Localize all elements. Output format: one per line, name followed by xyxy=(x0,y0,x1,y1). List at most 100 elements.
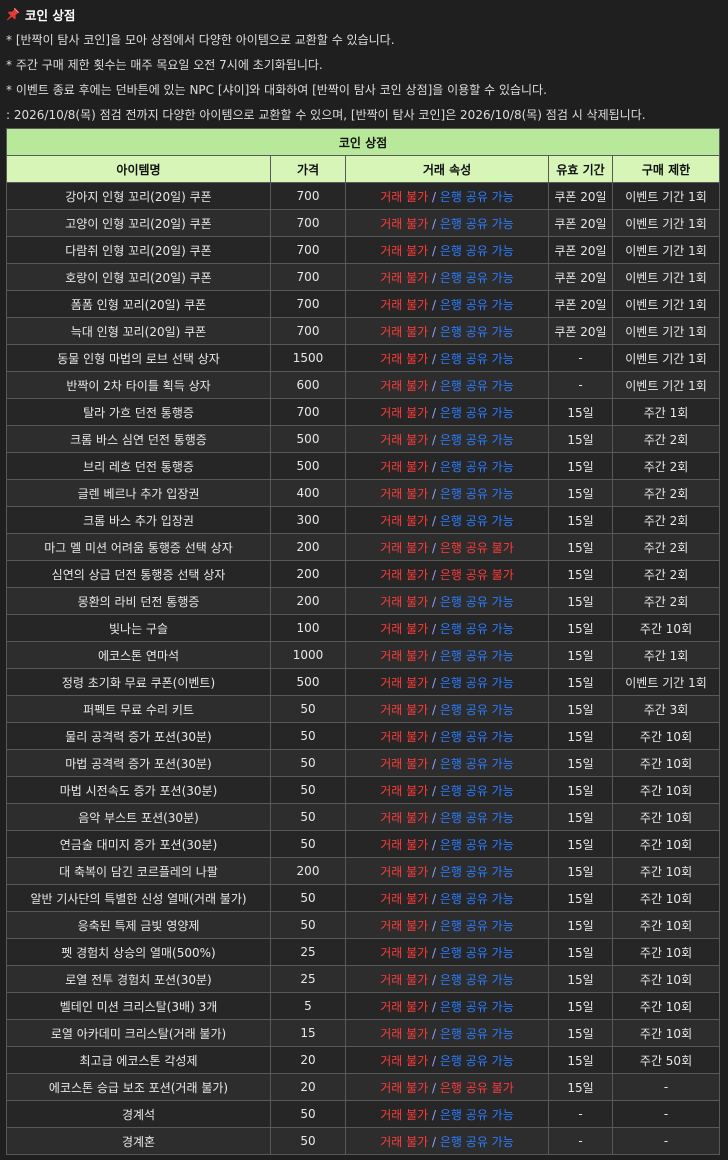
purchase-limit-cell: 주간 10회 xyxy=(611,1019,721,1047)
trade-attribute-cell: 거래 불가 / 은행 공유 가능 xyxy=(345,857,549,885)
item-name-cell: 늑대 인형 꼬리(20일) 쿠폰 xyxy=(6,317,271,345)
price-cell: 25 xyxy=(270,965,346,993)
attribute-separator: / xyxy=(428,918,440,933)
item-name-cell: 고양이 인형 꼬리(20일) 쿠폰 xyxy=(6,209,271,237)
bank-share-status: 은행 공유 가능 xyxy=(439,945,514,960)
valid-period-cell: 15일 xyxy=(548,1073,613,1101)
bank-share-status: 은행 공유 가능 xyxy=(439,189,514,204)
trade-attribute-cell: 거래 불가 / 은행 공유 가능 xyxy=(345,911,549,939)
bank-share-status: 은행 공유 가능 xyxy=(439,918,514,933)
trade-attribute-cell: 거래 불가 / 은행 공유 가능 xyxy=(345,344,549,372)
valid-period-cell: 쿠폰 20일 xyxy=(548,182,613,210)
item-name-cell: 브리 레흐 던전 통행증 xyxy=(6,452,271,480)
table-row: 최고급 에코스톤 각성제 20 거래 불가 / 은행 공유 가능 15일 주간 50회 xyxy=(6,1046,721,1074)
trade-attribute-cell: 거래 불가 / 은행 공유 가능 xyxy=(345,695,549,723)
item-name-cell: 동물 인형 마법의 로브 선택 상자 xyxy=(6,344,271,372)
attribute-separator: / xyxy=(428,351,440,366)
trade-status: 거래 불가 xyxy=(380,783,429,798)
attribute-separator: / xyxy=(428,378,440,393)
trade-attribute-cell: 거래 불가 / 은행 공유 가능 xyxy=(345,884,549,912)
valid-period-cell: 15일 xyxy=(548,560,613,588)
table-caption-row: 코인 상점 xyxy=(5,128,721,156)
table-caption: 코인 상점 xyxy=(5,128,721,156)
item-name-cell: 호랑이 인형 꼬리(20일) 쿠폰 xyxy=(6,263,271,291)
valid-period-cell: 15일 xyxy=(548,911,613,939)
trade-attribute-cell: 거래 불가 / 은행 공유 가능 xyxy=(345,614,549,642)
attribute-separator: / xyxy=(428,891,440,906)
valid-period-cell: - xyxy=(548,371,613,399)
valid-period-cell: 15일 xyxy=(548,857,613,885)
bank-share-status: 은행 공유 가능 xyxy=(439,459,514,474)
bank-share-status: 은행 공유 불가 xyxy=(439,567,514,582)
bank-share-status: 은행 공유 가능 xyxy=(439,756,514,771)
item-name-cell: 크롬 바스 심연 던전 통행증 xyxy=(6,425,271,453)
trade-status: 거래 불가 xyxy=(380,972,429,987)
bank-share-status: 은행 공유 가능 xyxy=(439,1026,514,1041)
attribute-separator: / xyxy=(428,567,440,582)
price-cell: 200 xyxy=(270,533,346,561)
trade-status: 거래 불가 xyxy=(380,1080,429,1095)
purchase-limit-cell: 주간 10회 xyxy=(611,965,721,993)
attribute-separator: / xyxy=(428,1107,440,1122)
trade-attribute-cell: 거래 불가 / 은행 공유 가능 xyxy=(345,479,549,507)
trade-attribute-cell: 거래 불가 / 은행 공유 가능 xyxy=(345,371,549,399)
price-cell: 50 xyxy=(270,1127,346,1155)
price-cell: 500 xyxy=(270,452,346,480)
trade-status: 거래 불가 xyxy=(380,918,429,933)
purchase-limit-cell: 이벤트 기간 1회 xyxy=(611,371,721,399)
price-cell: 1500 xyxy=(270,344,346,372)
trade-status: 거래 불가 xyxy=(380,756,429,771)
price-cell: 700 xyxy=(270,290,346,318)
attribute-separator: / xyxy=(428,297,440,312)
item-name-cell: 에코스톤 승급 보조 포션(거래 불가) xyxy=(6,1073,271,1101)
table-row: 연금술 대미지 증가 포션(30분) 50 거래 불가 / 은행 공유 가능 15일 주… xyxy=(6,830,721,858)
trade-attribute-cell: 거래 불가 / 은행 공유 가능 xyxy=(345,290,549,318)
trade-attribute-cell: 거래 불가 / 은행 공유 가능 xyxy=(345,1127,549,1155)
item-name-cell: 로열 아카데미 크리스탈(거래 불가) xyxy=(6,1019,271,1047)
table-row: 경계석 50 거래 불가 / 은행 공유 가능 - - xyxy=(6,1100,721,1128)
trade-attribute-cell: 거래 불가 / 은행 공유 가능 xyxy=(345,1046,549,1074)
trade-attribute-cell: 거래 불가 / 은행 공유 가능 xyxy=(345,587,549,615)
trade-status: 거래 불가 xyxy=(380,837,429,852)
purchase-limit-cell: 주간 1회 xyxy=(611,398,721,426)
trade-status: 거래 불가 xyxy=(380,999,429,1014)
trade-status: 거래 불가 xyxy=(380,864,429,879)
trade-status: 거래 불가 xyxy=(380,216,429,231)
trade-status: 거래 불가 xyxy=(380,513,429,528)
bank-share-status: 은행 공유 가능 xyxy=(439,594,514,609)
pushpin-icon xyxy=(6,7,20,21)
bank-share-status: 은행 공유 가능 xyxy=(439,432,514,447)
purchase-limit-cell: 주간 2회 xyxy=(611,452,721,480)
item-name-cell: 정령 초기화 무료 쿠폰(이벤트) xyxy=(6,668,271,696)
valid-period-cell: 쿠폰 20일 xyxy=(548,263,613,291)
price-cell: 200 xyxy=(270,560,346,588)
bank-share-status: 은행 공유 가능 xyxy=(439,378,514,393)
trade-status: 거래 불가 xyxy=(380,648,429,663)
item-name-cell: 최고급 에코스톤 각성제 xyxy=(6,1046,271,1074)
bank-share-status: 은행 공유 가능 xyxy=(439,324,514,339)
trade-attribute-cell: 거래 불가 / 은행 공유 불가 xyxy=(345,560,549,588)
bank-share-status: 은행 공유 가능 xyxy=(439,648,514,663)
table-row: 정령 초기화 무료 쿠폰(이벤트) 500 거래 불가 / 은행 공유 가능 15일 이… xyxy=(6,668,721,696)
attribute-separator: / xyxy=(428,1026,440,1041)
attribute-separator: / xyxy=(428,270,440,285)
bank-share-status: 은행 공유 가능 xyxy=(439,1107,514,1122)
price-cell: 400 xyxy=(270,479,346,507)
price-cell: 50 xyxy=(270,1100,346,1128)
trade-attribute-cell: 거래 불가 / 은행 공유 가능 xyxy=(345,938,549,966)
item-name-cell: 물리 공격력 증가 포션(30분) xyxy=(6,722,271,750)
attribute-separator: / xyxy=(428,729,440,744)
price-cell: 20 xyxy=(270,1073,346,1101)
item-name-cell: 알반 기사단의 특별한 신성 열매(거래 불가) xyxy=(6,884,271,912)
purchase-limit-cell: 주간 10회 xyxy=(611,911,721,939)
bank-share-status: 은행 공유 가능 xyxy=(439,351,514,366)
column-header-price: 가격 xyxy=(270,155,346,183)
table-row: 마법 시전속도 증가 포션(30분) 50 거래 불가 / 은행 공유 가능 15일 주… xyxy=(6,776,721,804)
attribute-separator: / xyxy=(428,189,440,204)
item-name-cell: 탈라 가흐 던전 통행증 xyxy=(6,398,271,426)
bank-share-status: 은행 공유 가능 xyxy=(439,972,514,987)
purchase-limit-cell: 주간 10회 xyxy=(611,803,721,831)
trade-attribute-cell: 거래 불가 / 은행 공유 가능 xyxy=(345,749,549,777)
purchase-limit-cell: 주간 10회 xyxy=(611,857,721,885)
purchase-limit-cell: - xyxy=(611,1127,721,1155)
